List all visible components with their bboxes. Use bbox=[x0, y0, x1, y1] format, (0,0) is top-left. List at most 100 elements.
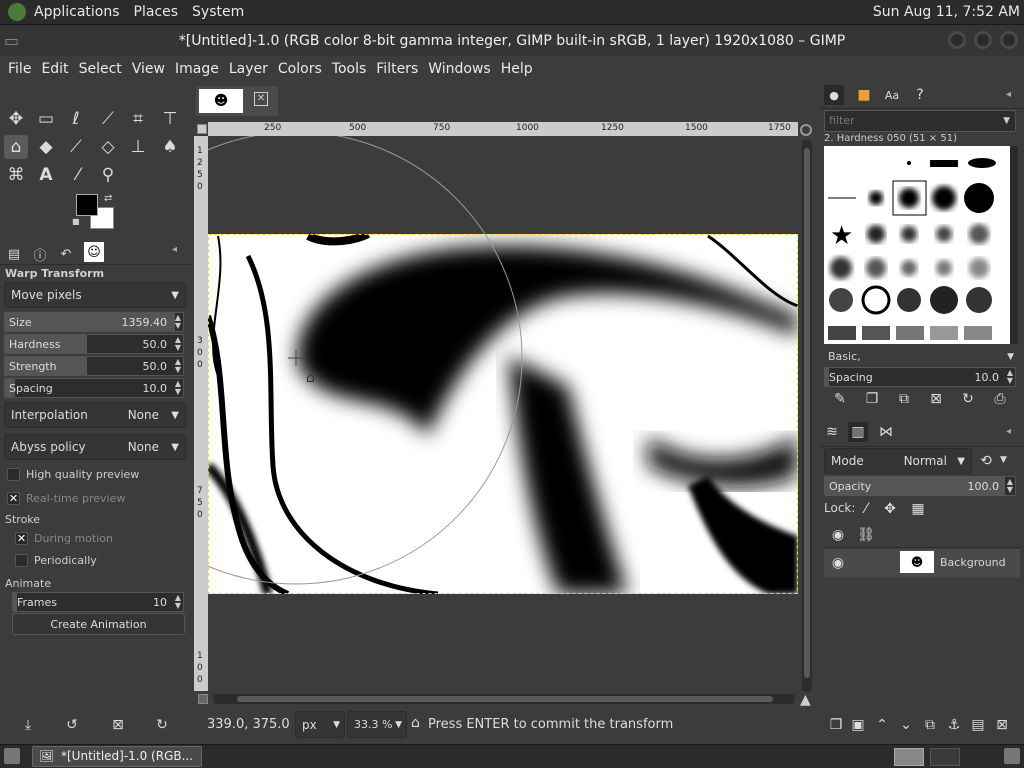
layer-opacity-slider[interactable]: Opacity 100.0 ▲ ▼ bbox=[824, 476, 1016, 496]
menu-edit[interactable]: Edit bbox=[41, 61, 68, 77]
menu-system[interactable]: System bbox=[192, 4, 244, 20]
workspace-switcher-2[interactable] bbox=[930, 748, 960, 766]
quick-mask-icon[interactable] bbox=[197, 124, 207, 134]
vertical-scrollbar[interactable] bbox=[802, 140, 812, 692]
free-select-tool-icon[interactable]: ℓ bbox=[64, 107, 88, 131]
menu-applications[interactable]: Applications bbox=[34, 4, 120, 20]
color-picker-tool-icon[interactable]: ⁄ bbox=[66, 163, 90, 187]
spacing-slider[interactable]: Spacing 10.0 ▲ ▼ bbox=[4, 378, 184, 398]
fonts-tab-icon[interactable]: Aa bbox=[882, 85, 902, 105]
anchor-layer-icon[interactable]: ⚓ bbox=[944, 715, 964, 735]
paths-tab-icon[interactable]: ⋈ bbox=[876, 422, 896, 442]
layer-mode-select[interactable]: Mode Normal ▼ bbox=[824, 448, 972, 474]
layer-row[interactable]: ◉ ☻ Background bbox=[824, 549, 1020, 577]
create-animation-button[interactable]: Create Animation bbox=[12, 613, 185, 635]
duplicate-layer-icon[interactable]: ⧉ bbox=[920, 715, 940, 735]
zoom-tool-icon[interactable]: ⚲ bbox=[96, 163, 120, 187]
brush-spacing-slider[interactable]: Spacing 10.0 ▲ ▼ bbox=[824, 367, 1016, 387]
raise-layer-icon[interactable]: ⌃ bbox=[872, 715, 892, 735]
warp-mode-select[interactable]: Move pixels ▼ bbox=[4, 282, 186, 308]
undo-history-tab-icon[interactable]: ↶ bbox=[54, 242, 78, 266]
default-colors-icon[interactable]: ■ bbox=[72, 217, 80, 226]
configure-tab-icon[interactable]: ◂ bbox=[1006, 89, 1011, 100]
menu-windows[interactable]: Windows bbox=[428, 61, 491, 77]
reset-tool-options-icon[interactable]: ↻ bbox=[150, 713, 174, 737]
workspace-switcher[interactable] bbox=[894, 748, 924, 766]
lock-alpha-icon[interactable]: ▦ bbox=[908, 499, 928, 519]
menu-tools[interactable]: Tools bbox=[332, 61, 367, 77]
smudge-tool-icon[interactable]: ♠ bbox=[158, 135, 182, 159]
delete-layer-icon[interactable]: ⊠ bbox=[992, 715, 1012, 735]
menu-file[interactable]: File bbox=[8, 61, 31, 77]
maximize-button[interactable] bbox=[974, 31, 992, 49]
size-slider[interactable]: Size 1359.40 ▲ ▼ bbox=[4, 312, 184, 332]
warp-transform-tool-icon[interactable]: ⌂ bbox=[4, 135, 28, 159]
clone-tool-icon[interactable]: ⊥ bbox=[126, 135, 150, 159]
eraser-tool-icon[interactable]: ◇ bbox=[96, 135, 120, 159]
patterns-tab-icon[interactable]: ■ bbox=[854, 85, 874, 105]
applications-logo-icon[interactable] bbox=[8, 3, 26, 21]
canvas-image[interactable]: ⌂ bbox=[208, 136, 798, 691]
crop-tool-icon[interactable]: ⌗ bbox=[126, 107, 150, 131]
mask-layer-icon[interactable]: ▤ bbox=[968, 715, 988, 735]
delete-brush-icon[interactable]: ⊠ bbox=[926, 389, 946, 409]
unit-select[interactable]: px ▼ bbox=[295, 711, 345, 738]
fuzzy-select-tool-icon[interactable]: ⟋ bbox=[96, 107, 120, 131]
navigation-triangle-icon[interactable]: ▲ bbox=[800, 692, 811, 708]
brush-grid-scrollbar[interactable] bbox=[1010, 146, 1018, 344]
brush-tag-select[interactable]: Basic, ▼ bbox=[824, 347, 1016, 367]
frames-slider[interactable]: Frames 10 ▲ ▼ bbox=[12, 592, 184, 612]
minimize-button[interactable] bbox=[948, 31, 966, 49]
menu-select[interactable]: Select bbox=[79, 61, 122, 77]
paths-tool-icon[interactable]: ⌘ bbox=[4, 163, 28, 187]
taskbar-gimp-window[interactable]: 🖼 *[Untitled]-1.0 (RGB... bbox=[32, 746, 202, 767]
unified-transform-tool-icon[interactable]: ⊤ bbox=[158, 107, 182, 131]
duplicate-brush-icon[interactable]: ⧉ bbox=[894, 389, 914, 409]
new-layer-icon[interactable]: ❐ bbox=[826, 715, 846, 735]
quickmask-bottom-icon[interactable] bbox=[198, 694, 208, 704]
refresh-brushes-icon[interactable]: ↻ bbox=[958, 389, 978, 409]
restore-tool-preset-icon[interactable]: ↺ bbox=[60, 713, 84, 737]
save-tool-preset-icon[interactable]: ⤓ bbox=[16, 713, 40, 737]
new-brush-icon[interactable]: ❐ bbox=[862, 389, 882, 409]
hardness-slider[interactable]: Hardness 50.0 ▲ ▼ bbox=[4, 334, 184, 354]
periodically-checkbox[interactable] bbox=[15, 554, 28, 567]
switch-mode-icon[interactable]: ⟲ bbox=[976, 451, 996, 471]
high-quality-preview-checkbox[interactable] bbox=[7, 468, 20, 481]
realtime-preview-checkbox[interactable]: ✕ bbox=[7, 492, 20, 505]
frames-spin-icon[interactable]: ▲ ▼ bbox=[175, 594, 181, 610]
brush-grid[interactable]: ★ bbox=[824, 146, 1010, 344]
brushes-tab-icon[interactable]: ● bbox=[824, 85, 844, 105]
window-titlebar[interactable]: ▭ *[Untitled]-1.0 (RGB color 8-bit gamma… bbox=[0, 25, 1024, 56]
images-tab-icon[interactable]: ☺ bbox=[84, 242, 104, 262]
horizontal-scrollbar[interactable] bbox=[213, 694, 795, 704]
lock-pixels-icon[interactable]: ⁄ bbox=[856, 499, 876, 519]
navigate-icon[interactable] bbox=[800, 124, 812, 136]
spacing-spin-icon[interactable]: ▲ ▼ bbox=[175, 380, 181, 396]
channels-tab-icon[interactable]: ▥ bbox=[848, 422, 868, 442]
brush-filter-input[interactable]: filter ▼ bbox=[824, 110, 1016, 132]
menu-filters[interactable]: Filters bbox=[376, 61, 418, 77]
edit-brush-icon[interactable]: ✎ bbox=[830, 389, 850, 409]
move-tool-icon[interactable]: ✥ bbox=[4, 107, 28, 131]
brush-spacing-spin-icon[interactable]: ▲ ▼ bbox=[1007, 369, 1013, 385]
during-motion-checkbox[interactable]: ✕ bbox=[15, 532, 28, 545]
abyss-policy-select[interactable]: Abyss policy None ▼ bbox=[4, 434, 186, 460]
lock-position-icon[interactable]: ✥ bbox=[880, 499, 900, 519]
eye-icon[interactable]: ◉ bbox=[828, 553, 848, 573]
foreground-color-swatch[interactable] bbox=[76, 194, 98, 216]
bucket-fill-tool-icon[interactable]: ◆ bbox=[34, 135, 58, 159]
help-tab-icon[interactable]: ? bbox=[910, 85, 930, 105]
hardness-spin-icon[interactable]: ▲ ▼ bbox=[175, 336, 181, 352]
strength-spin-icon[interactable]: ▲ ▼ bbox=[175, 358, 181, 374]
show-desktop-icon[interactable] bbox=[4, 748, 20, 764]
close-icon[interactable]: ✕ bbox=[254, 92, 268, 106]
lower-layer-icon[interactable]: ⌄ bbox=[896, 715, 916, 735]
trash-icon[interactable] bbox=[1004, 748, 1020, 764]
layers-tab-icon[interactable]: ≋ bbox=[822, 422, 842, 442]
size-spin-icon[interactable]: ▲ ▼ bbox=[175, 314, 181, 330]
text-tool-icon[interactable]: A bbox=[34, 163, 58, 187]
device-status-tab-icon[interactable]: ⓘ bbox=[28, 242, 52, 266]
tool-options-tab-icon[interactable]: ▤ bbox=[2, 242, 26, 266]
image-tab[interactable]: ☻ ✕ bbox=[196, 86, 278, 116]
